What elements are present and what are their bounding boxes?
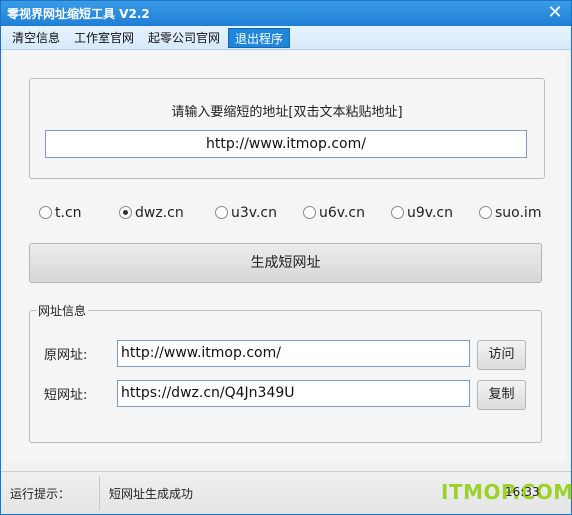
radio-icon [39,206,52,219]
short-url-field[interactable]: https://dwz.cn/Q4Jn349U [117,380,470,407]
radio-u6vcn[interactable]: u6v.cn [303,203,365,223]
radio-label: t.cn [55,205,82,221]
app-window: 零视界网址缩短工具 V2.2 ✕ 清空信息 工作室官网 起零公司官网 退出程序 … [0,0,572,515]
menu-studio-site[interactable]: 工作室官网 [68,28,140,48]
radio-checked-icon [119,206,132,219]
radio-dwzcn[interactable]: dwz.cn [119,203,184,223]
menu-company-site[interactable]: 起零公司官网 [142,28,226,48]
status-bar: 运行提示： 短网址生成成功 ITMOP.COM 16:33 [1,471,572,514]
close-icon[interactable]: ✕ [545,3,565,23]
status-time: 16:33 [505,485,540,499]
status-divider [99,476,100,510]
menu-clear-info[interactable]: 清空信息 [6,28,66,48]
radio-suoim[interactable]: suo.im [479,203,541,223]
radio-icon [303,206,316,219]
title-bar[interactable]: 零视界网址缩短工具 V2.2 ✕ [1,1,571,26]
radio-icon [479,206,492,219]
menu-exit[interactable]: 退出程序 [228,28,291,48]
url-info-title: 网址信息 [36,302,89,319]
input-prompt: 请输入要缩短的地址[双击文本粘贴地址] [171,105,403,120]
short-url-label: 短网址: [44,388,88,403]
original-url-field[interactable]: http://www.itmop.com/ [117,340,470,367]
radio-label: u9v.cn [407,205,453,221]
service-radio-group: t.cn dwz.cn u3v.cn u6v.cn u9v.cn suo.im [29,203,549,225]
copy-button[interactable]: 复制 [477,380,526,410]
menu-bar: 清空信息 工作室官网 起零公司官网 退出程序 [1,26,571,50]
long-url-input[interactable]: http://www.itmop.com/ [45,130,527,158]
radio-icon [215,206,228,219]
original-url-label: 原网址: [44,348,88,363]
radio-icon [391,206,404,219]
radio-label: suo.im [495,205,542,221]
radio-label: dwz.cn [135,205,184,221]
status-message: 短网址生成成功 [109,487,194,501]
status-label: 运行提示： [10,487,71,501]
window-title: 零视界网址缩短工具 V2.2 [7,7,150,21]
radio-u3vcn[interactable]: u3v.cn [215,203,277,223]
url-info-group: 网址信息 原网址: http://www.itmop.com/ 访问 短网址: … [29,302,542,443]
main-panel: 请输入要缩短的地址[双击文本粘贴地址] http://www.itmop.com… [5,51,567,463]
input-group: 请输入要缩短的地址[双击文本粘贴地址] http://www.itmop.com… [29,78,545,179]
radio-tcn[interactable]: t.cn [39,203,82,223]
radio-label: u3v.cn [231,205,277,221]
visit-button[interactable]: 访问 [477,340,526,370]
generate-button[interactable]: 生成短网址 [29,243,542,283]
radio-label: u6v.cn [319,205,365,221]
radio-u9vcn[interactable]: u9v.cn [391,203,453,223]
